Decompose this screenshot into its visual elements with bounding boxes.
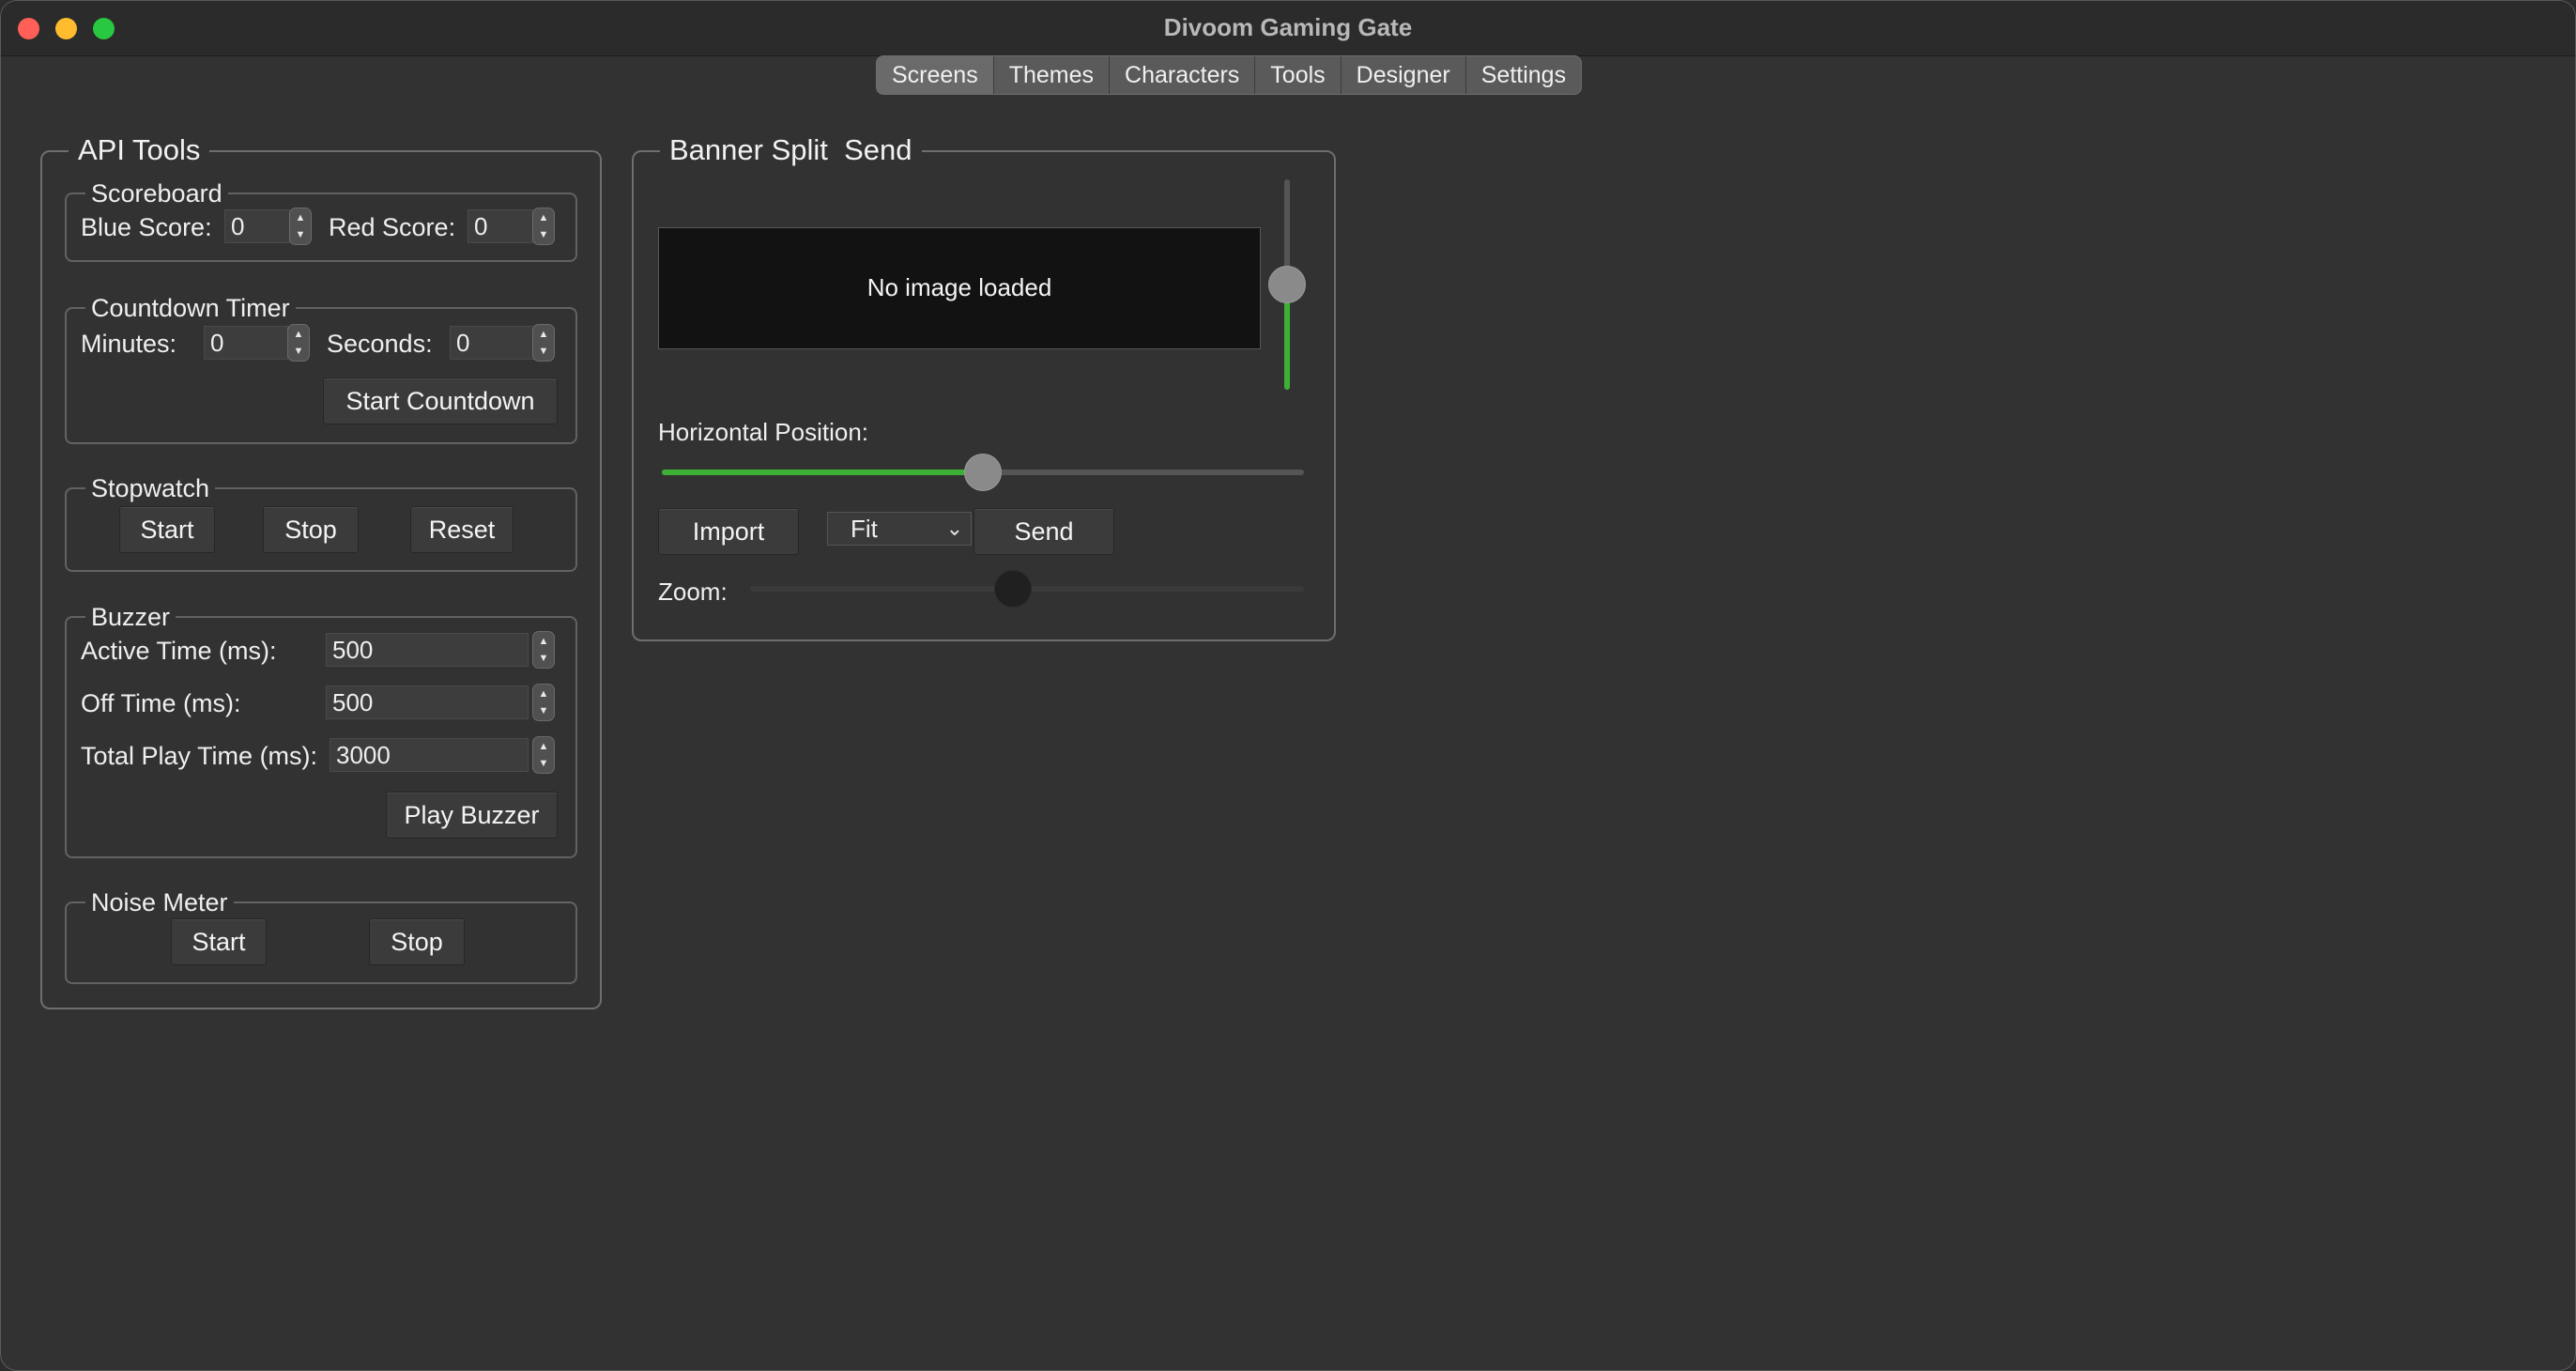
chevron-up-icon: ▲ [293,328,304,340]
image-preview: No image loaded [658,227,1261,349]
active-time-stepper[interactable]: ▲ ▼ [532,631,555,669]
active-time-input[interactable]: 500 [326,633,529,667]
stopwatch-stop-button[interactable]: Stop [263,506,359,553]
stopwatch-title: Stopwatch [85,474,216,503]
noise-meter-title: Noise Meter [85,888,234,917]
blue-score-input[interactable]: 0 [224,209,290,243]
chevron-up-icon: ▲ [538,687,549,700]
minutes-stepper[interactable]: ▲ ▼ [287,324,310,362]
minutes-input[interactable]: 0 [204,326,288,360]
total-play-time-label: Total Play Time (ms): [81,742,318,770]
vertical-slider-handle[interactable] [1268,266,1306,303]
tab-bar: Screens Themes Characters Tools Designer… [876,55,1583,95]
import-button[interactable]: Import [658,508,799,555]
noise-stop-button[interactable]: Stop [369,918,465,965]
api-tools-group: API Tools [40,133,602,1009]
off-time-stepper[interactable]: ▲ ▼ [532,684,555,721]
tab-settings[interactable]: Settings [1466,56,1581,94]
chevron-up-icon: ▲ [538,740,549,752]
zoom-slider-handle[interactable] [994,570,1032,608]
app-window: Divoom Gaming Gate Screens Themes Charac… [0,0,2576,1371]
chevron-up-icon: ▲ [538,328,549,340]
chevron-down-icon: ▼ [538,757,549,769]
seconds-stepper[interactable]: ▲ ▼ [532,324,555,362]
fit-mode-value: Fit [851,515,878,543]
stopwatch-reset-button[interactable]: Reset [410,506,514,553]
chevron-down-icon: ▼ [538,228,549,240]
red-score-label: Red Score: [329,213,456,241]
title-bar: Divoom Gaming Gate [1,1,2575,56]
total-play-time-input[interactable]: 3000 [330,738,529,772]
seconds-label: Seconds: [327,330,433,358]
stopwatch-start-button[interactable]: Start [119,506,215,553]
blue-score-label: Blue Score: [81,213,212,241]
fit-mode-select[interactable]: Fit ⌄ [827,512,972,546]
chevron-up-icon: ▲ [538,211,549,223]
buzzer-title: Buzzer [85,603,176,632]
tab-characters[interactable]: Characters [1110,56,1256,94]
tab-tools[interactable]: Tools [1255,56,1342,94]
horizontal-position-label: Horizontal Position: [658,418,868,446]
chevron-up-icon: ▲ [538,635,549,647]
chevron-down-icon: ▼ [538,652,549,664]
horizontal-slider-fill [662,470,983,475]
tab-themes[interactable]: Themes [994,56,1111,94]
scoreboard-title: Scoreboard [85,179,228,208]
minutes-label: Minutes: [81,330,177,358]
send-button[interactable]: Send [974,508,1114,555]
chevron-down-icon: ▼ [538,704,549,716]
zoom-label: Zoom: [658,578,728,606]
api-tools-title: API Tools [69,133,210,167]
red-score-input[interactable]: 0 [468,209,533,243]
banner-split-send-group: Banner Split Send [632,133,1336,641]
horizontal-slider-handle[interactable] [964,454,1002,491]
noise-start-button[interactable]: Start [171,918,267,965]
chevron-down-icon: ▼ [293,345,304,357]
red-score-stepper[interactable]: ▲ ▼ [532,208,555,245]
blue-score-stepper[interactable]: ▲ ▼ [289,208,312,245]
seconds-input[interactable]: 0 [450,326,534,360]
chevron-down-icon: ▼ [538,345,549,357]
off-time-label: Off Time (ms): [81,689,241,717]
window-title: Divoom Gaming Gate [1163,13,1413,41]
banner-title: Banner Split Send [660,133,922,167]
start-countdown-button[interactable]: Start Countdown [323,377,558,424]
off-time-input[interactable]: 500 [326,686,529,719]
chevron-down-icon: ▼ [295,228,306,240]
noise-meter-group: Noise Meter [65,888,577,984]
chevron-up-icon: ▲ [295,211,306,223]
total-play-time-stepper[interactable]: ▲ ▼ [532,736,555,774]
play-buzzer-button[interactable]: Play Buzzer [386,792,558,839]
active-time-label: Active Time (ms): [81,637,277,665]
tab-screens[interactable]: Screens [877,56,994,94]
countdown-timer-title: Countdown Timer [85,294,296,323]
chevron-down-icon: ⌄ [945,516,963,540]
tab-designer[interactable]: Designer [1342,56,1466,94]
